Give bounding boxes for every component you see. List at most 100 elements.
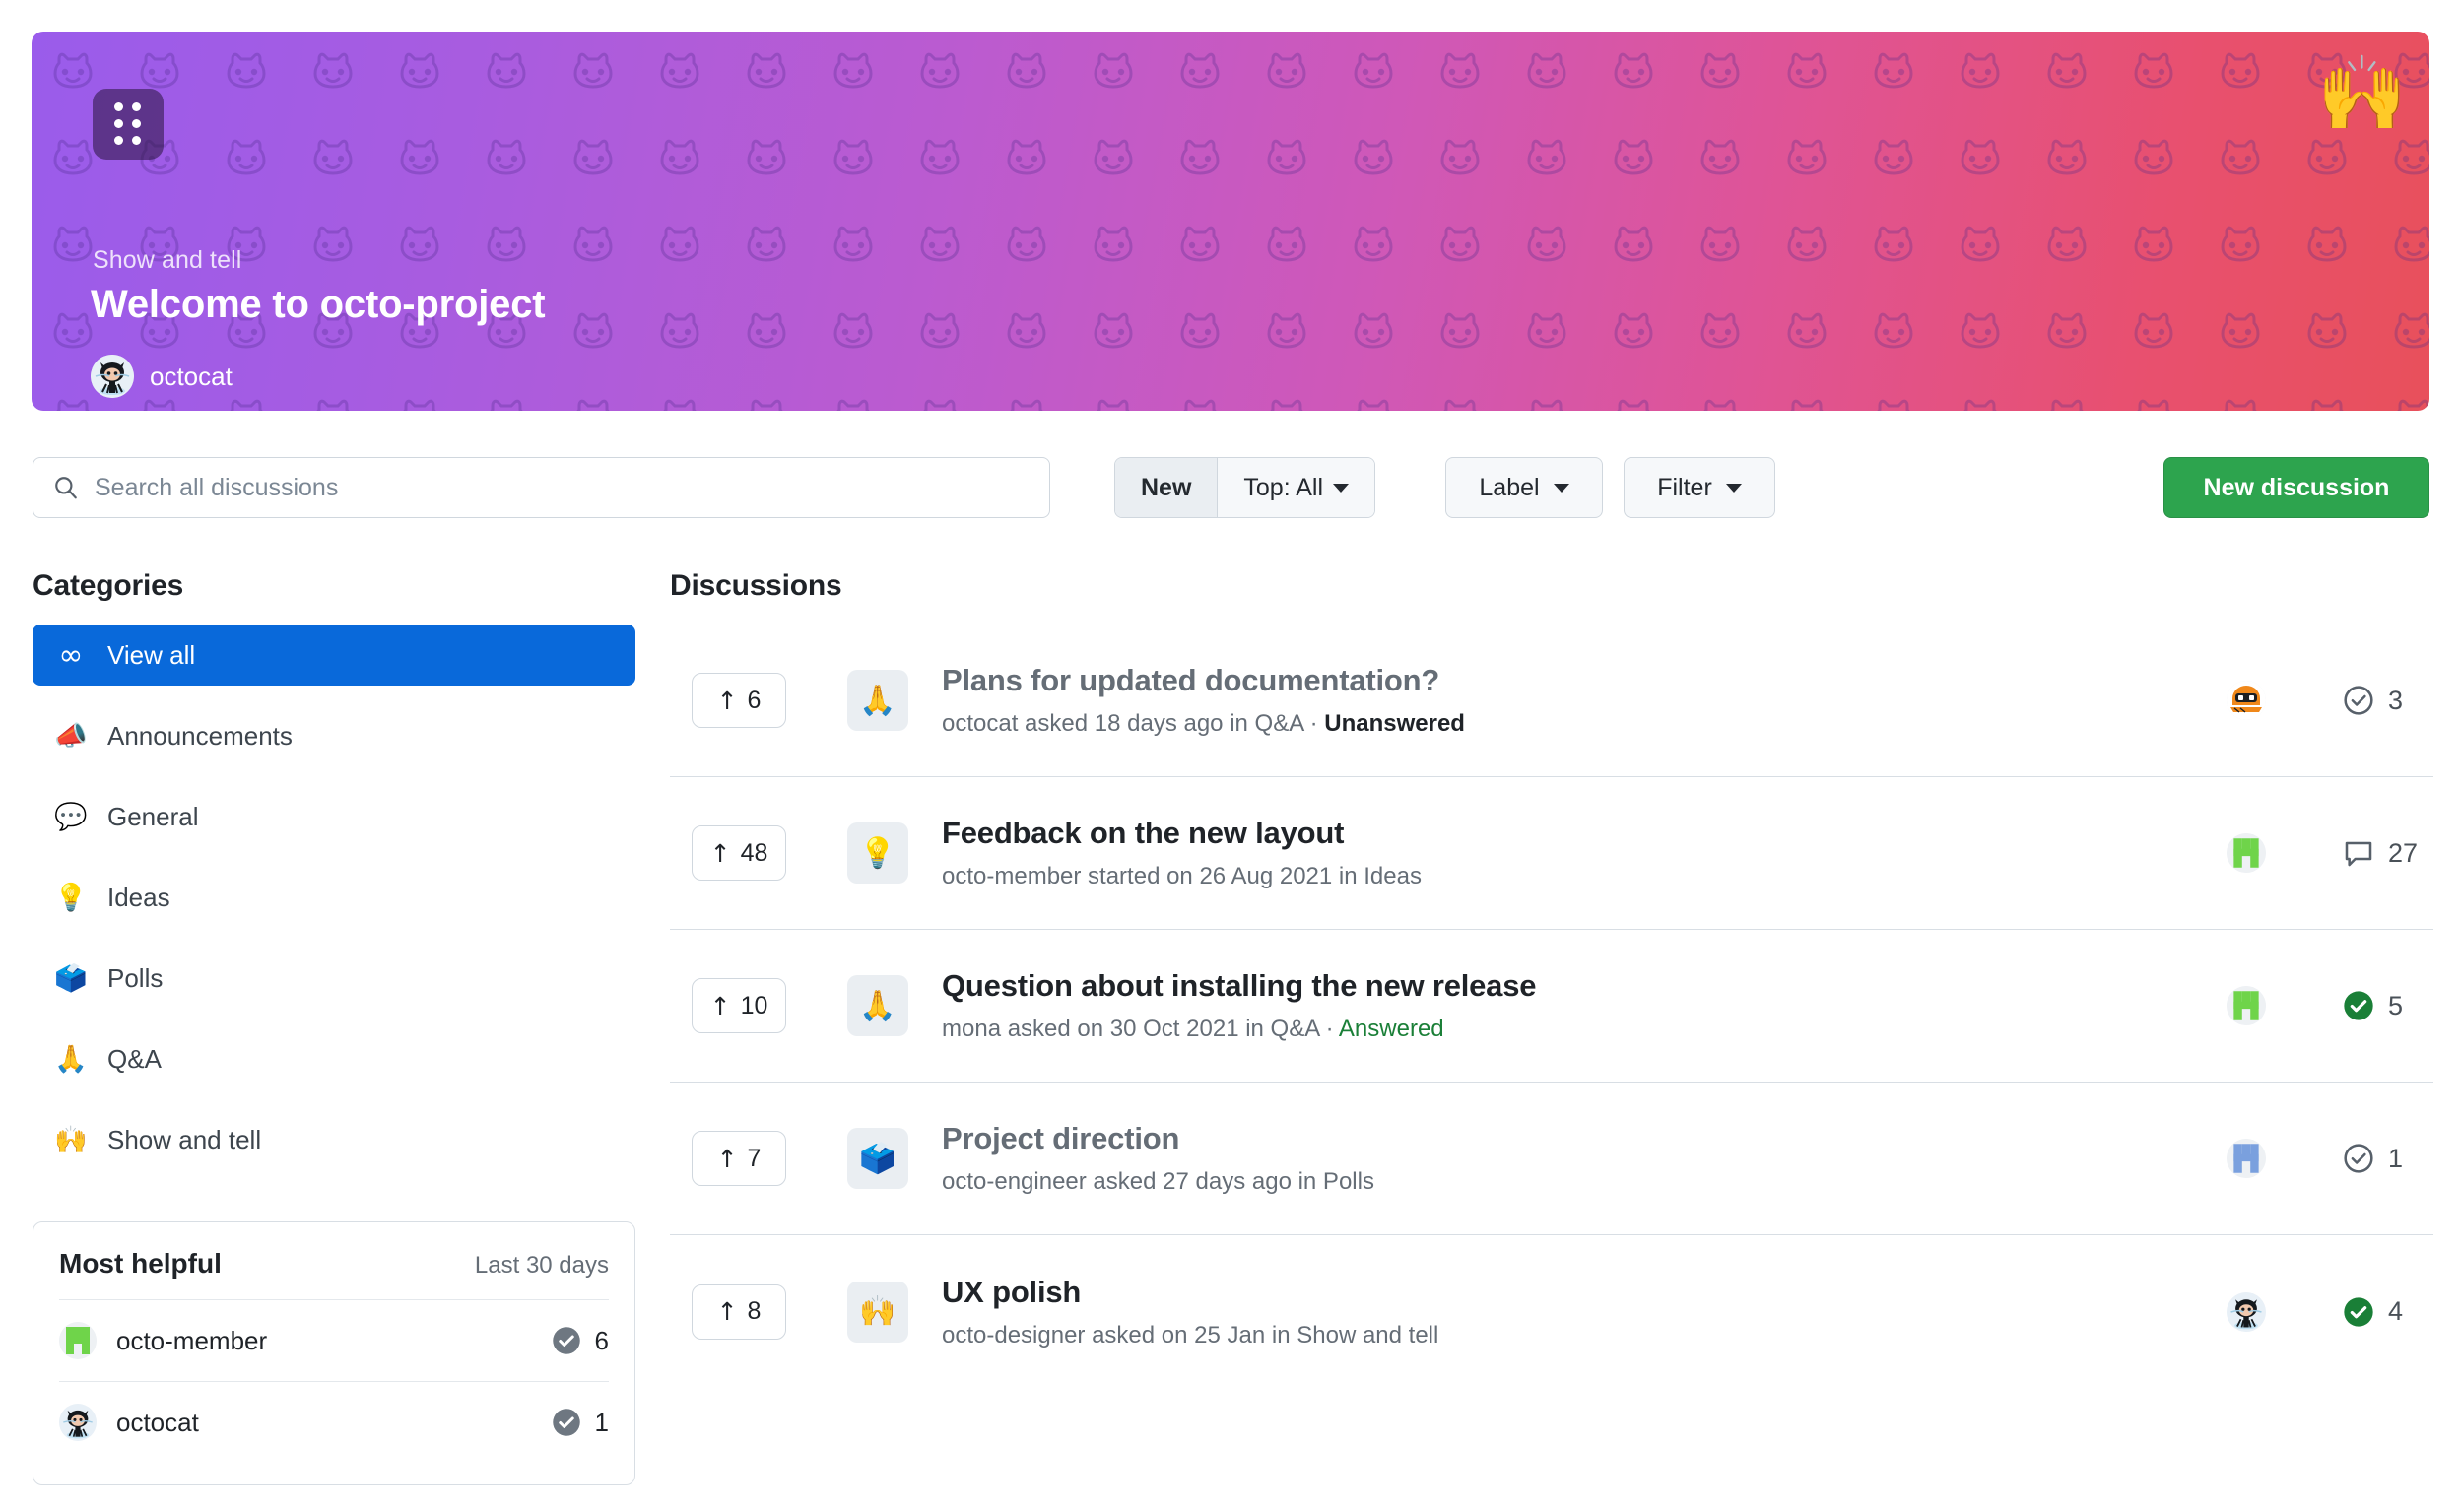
search-input[interactable]: Search all discussions xyxy=(33,457,1050,518)
discussion-meta-text: octo-member started on 26 Aug 2021 in Id… xyxy=(942,863,1422,889)
octo-member-avatar xyxy=(2227,986,2266,1025)
discussions-list: Discussions ↑ 6 🙏 Plans for updated docu… xyxy=(670,569,2433,1388)
discussion-title[interactable]: Project direction xyxy=(942,1121,2227,1156)
check-circle-filled-icon xyxy=(552,1409,580,1436)
sort-top-label: Top: All xyxy=(1243,473,1324,501)
helper-name: octocat xyxy=(116,1407,199,1437)
answer-count-value: 4 xyxy=(2388,1296,2404,1326)
octo-engineer-avatar xyxy=(2227,1139,2266,1178)
discussion-right: 27 xyxy=(2227,833,2426,873)
sort-new-button[interactable]: New xyxy=(1115,458,1219,517)
megaphone-icon: 📣 xyxy=(54,721,88,752)
answer-count: 4 xyxy=(2343,1296,2426,1328)
sidebar-item-announcements[interactable]: 📣 Announcements xyxy=(33,705,635,766)
hero-title: Welcome to octo-project xyxy=(91,283,546,326)
arrow-up-icon: ↑ xyxy=(709,838,731,868)
search-icon xyxy=(55,477,77,499)
discussion-title[interactable]: UX polish xyxy=(942,1275,2227,1310)
discussions-heading: Discussions xyxy=(670,569,842,602)
check-circle-filled-icon xyxy=(2344,991,2373,1020)
categories-sidebar: Categories ∞ View all 📣 Announcements 💬 … xyxy=(33,569,635,1485)
filter-button[interactable]: Filter xyxy=(1624,457,1775,518)
discussion-meta: octo-engineer asked 27 days ago in Polls xyxy=(942,1168,2227,1196)
arrow-up-icon: ↑ xyxy=(716,1144,738,1173)
list-item[interactable]: octocat 1 xyxy=(59,1381,609,1463)
table-row[interactable]: ↑ 6 🙏 Plans for updated documentation? o… xyxy=(670,625,2433,777)
sort-top-button[interactable]: Top: All xyxy=(1218,458,1375,517)
upvote-button[interactable]: ↑ 8 xyxy=(692,1283,786,1340)
upvote-button[interactable]: ↑ 7 xyxy=(692,1131,786,1186)
octocat-avatar xyxy=(91,355,134,398)
helper-count-value: 1 xyxy=(594,1407,609,1437)
most-helpful-card: Most helpful Last 30 days octo-member 6 … xyxy=(33,1221,635,1485)
discussion-title[interactable]: Feedback on the new layout xyxy=(942,816,2227,851)
discussion-body: Feedback on the new layout octo-member s… xyxy=(942,816,2227,890)
upvote-count: 6 xyxy=(747,686,762,714)
helper-count-value: 6 xyxy=(594,1325,609,1355)
hero-author[interactable]: octocat xyxy=(91,355,233,398)
label-filter-button[interactable]: Label xyxy=(1445,457,1603,518)
most-helpful-title: Most helpful xyxy=(59,1248,222,1279)
chevron-down-icon xyxy=(1553,483,1569,493)
sidebar-item-label: General xyxy=(107,801,199,831)
sidebar-item-show-and-tell[interactable]: 🙌 Show and tell xyxy=(33,1109,635,1170)
discussion-meta-text: octocat asked 18 days ago in Q&A · xyxy=(942,710,1325,737)
hero-banner: 🙌 Show and tell Welcome to octo-project xyxy=(32,32,2429,411)
answer-count-value: 5 xyxy=(2388,990,2404,1020)
answer-count: 3 xyxy=(2343,685,2426,716)
comment-icon xyxy=(2345,841,2372,867)
arrow-up-icon: ↑ xyxy=(716,1297,738,1326)
sidebar-item-label: Announcements xyxy=(107,720,293,751)
sidebar-item-label: Polls xyxy=(107,962,164,993)
sidebar-item-polls[interactable]: 🗳️ Polls xyxy=(33,948,635,1009)
discussion-meta: octocat asked 18 days ago in Q&A · Unans… xyxy=(942,710,2227,738)
sort-button-group: New Top: All xyxy=(1114,457,1376,518)
folded-hands-icon: 🙏 xyxy=(847,975,908,1036)
helper-name: octo-member xyxy=(116,1325,268,1355)
arrow-up-icon: ↑ xyxy=(716,686,738,715)
discussion-title[interactable]: Plans for updated documentation? xyxy=(942,663,2227,698)
light-bulb-icon: 💡 xyxy=(54,883,88,913)
ballot-box-icon: 🗳️ xyxy=(54,963,88,994)
sidebar-item-label: Q&A xyxy=(107,1043,162,1074)
table-row[interactable]: ↑ 7 🗳️ Project direction octo-engineer a… xyxy=(670,1083,2433,1235)
grid-dots-icon xyxy=(93,89,164,160)
hero-author-name: octocat xyxy=(150,361,233,391)
hubot-avatar xyxy=(2227,681,2266,720)
upvote-count: 7 xyxy=(747,1144,762,1172)
upvote-button[interactable]: ↑ 10 xyxy=(692,978,786,1033)
discussions-toolbar: Search all discussions New Top: All Labe… xyxy=(0,448,2461,537)
table-row[interactable]: ↑ 10 🙏 Question about installing the new… xyxy=(670,930,2433,1083)
filter-label: Filter xyxy=(1657,473,1712,501)
upvote-button[interactable]: ↑ 48 xyxy=(692,825,786,881)
sidebar-item-qa[interactable]: 🙏 Q&A xyxy=(33,1028,635,1089)
discussion-right: 1 xyxy=(2227,1139,2426,1178)
ballot-box-icon: 🗳️ xyxy=(847,1128,908,1189)
most-helpful-header: Most helpful Last 30 days xyxy=(59,1222,609,1299)
octocat-avatar xyxy=(59,1404,97,1441)
answer-count-value: 1 xyxy=(2388,1143,2404,1173)
helper-count: 6 xyxy=(552,1326,609,1356)
discussion-right: 5 xyxy=(2227,986,2426,1025)
table-row[interactable]: ↑ 48 💡 Feedback on the new layout octo-m… xyxy=(670,777,2433,930)
grid-dots-glyph xyxy=(114,102,142,146)
status-badge: Answered xyxy=(1338,1016,1444,1042)
sidebar-item-ideas[interactable]: 💡 Ideas xyxy=(33,867,635,928)
sidebar-item-label: Ideas xyxy=(107,882,170,912)
table-row[interactable]: ↑ 8 🙌 UX polish octo-designer asked on 2… xyxy=(670,1235,2433,1388)
discussions-page: 🙌 Show and tell Welcome to octo-project xyxy=(0,0,2461,1512)
discussion-title[interactable]: Question about installing the new releas… xyxy=(942,968,2227,1004)
discussion-meta: mona asked on 30 Oct 2021 in Q&A · Answe… xyxy=(942,1016,2227,1043)
sidebar-item-general[interactable]: 💬 General xyxy=(33,786,635,847)
folded-hands-icon: 🙏 xyxy=(54,1044,88,1075)
sidebar-item-view-all[interactable]: ∞ View all xyxy=(33,625,635,686)
check-circle-outline-icon xyxy=(2344,686,2373,715)
new-discussion-button[interactable]: New discussion xyxy=(2163,457,2429,518)
discussion-meta-text: mona asked on 30 Oct 2021 in Q&A · xyxy=(942,1016,1339,1042)
search-placeholder: Search all discussions xyxy=(95,473,339,501)
label-filter-label: Label xyxy=(1479,473,1540,501)
list-item[interactable]: octo-member 6 xyxy=(59,1299,609,1381)
speech-balloon-icon: 💬 xyxy=(54,802,88,832)
upvote-button[interactable]: ↑ 6 xyxy=(692,673,786,728)
upvote-count: 48 xyxy=(740,838,768,867)
